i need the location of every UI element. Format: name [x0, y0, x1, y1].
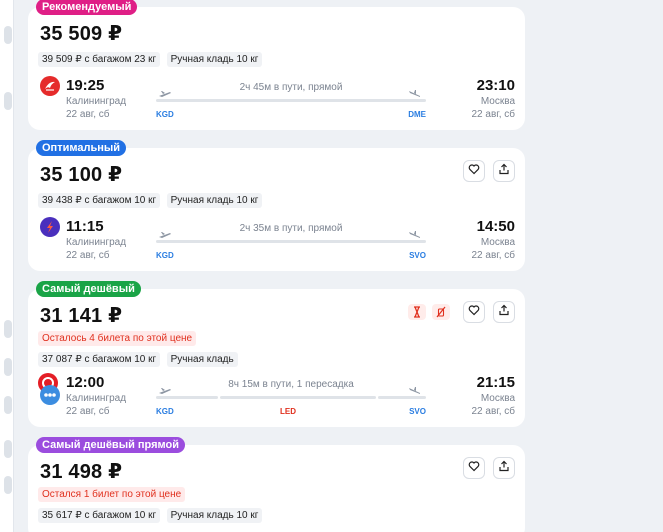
- sidebar-control[interactable]: [4, 26, 12, 44]
- baggage-price: 37 087 ₽ с багажом 10 кг: [38, 352, 161, 367]
- arrival-city: Москва: [480, 393, 515, 404]
- offer-card-cheapest-direct[interactable]: Самый дешёвый прямой 31 498 ₽ Остался 1 …: [28, 437, 525, 532]
- share-button[interactable]: [493, 457, 515, 479]
- heart-icon: [468, 162, 480, 180]
- departure-date: 22 авг, сб: [66, 250, 110, 261]
- arrival-date: 22 авг, сб: [471, 250, 516, 261]
- departure-airport-code: KGD: [156, 407, 174, 416]
- departure-date: 22 авг, сб: [66, 109, 110, 120]
- arrival-time: 14:50: [476, 218, 515, 235]
- badge-cheapest: Самый дешёвый: [36, 281, 141, 297]
- share-button[interactable]: [493, 160, 515, 182]
- arrival-airport-code: DME: [408, 110, 426, 119]
- sidebar-edge: [0, 0, 14, 532]
- flight-route: 2ч 35м в пути, прямой KGD SVO: [144, 223, 438, 263]
- no-baggage-icon: [432, 304, 450, 320]
- arrival-city: Москва: [480, 237, 515, 248]
- departure-city: Калининград: [66, 393, 127, 404]
- departure-airport-code: KGD: [156, 251, 174, 260]
- baggage-price: 39 438 ₽ с багажом 10 кг: [38, 193, 161, 208]
- route-line: [156, 99, 426, 102]
- sidebar-control[interactable]: [4, 320, 12, 338]
- hand-luggage: Ручная кладь 10 кг: [166, 193, 263, 208]
- arrival-city: Москва: [480, 96, 515, 107]
- red-winged-airline-logo: [40, 76, 60, 96]
- plane-landing-icon: [408, 86, 422, 97]
- arrival-airport-code: SVO: [409, 407, 426, 416]
- offer-card-optimal[interactable]: Оптимальный 35 100 ₽ 39 438 ₽ с багажом …: [28, 140, 525, 271]
- sidebar-control[interactable]: [4, 440, 12, 458]
- heart-icon: [468, 303, 480, 321]
- badge-recommended: Рекомендуемый: [36, 0, 138, 15]
- departure-time: 19:25: [66, 77, 105, 94]
- favorite-button[interactable]: [463, 160, 485, 182]
- arrival-airport-code: SVO: [409, 251, 426, 260]
- offer-price: 31 141 ₽: [40, 305, 123, 327]
- arrival-date: 22 авг, сб: [471, 406, 516, 417]
- offer-price: 35 509 ₽: [40, 23, 123, 45]
- arrival-time: 21:15: [476, 374, 515, 391]
- flight-route: 8ч 15м в пути, 1 пересадка KGD LED SVO: [144, 379, 438, 419]
- departure-airport-code: KGD: [156, 110, 174, 119]
- sidebar-control[interactable]: [4, 358, 12, 376]
- hourglass-icon: [408, 304, 426, 320]
- departure-time: 11:15: [66, 218, 104, 235]
- offer-card-recommended[interactable]: Рекомендуемый 35 509 ₽ 39 509 ₽ с багажо…: [28, 0, 525, 130]
- sidebar-control[interactable]: [4, 396, 12, 414]
- plane-takeoff-icon: [158, 383, 172, 394]
- favorite-button[interactable]: [463, 457, 485, 479]
- hand-luggage: Ручная кладь: [166, 352, 238, 367]
- departure-date: 22 авг, сб: [66, 406, 110, 417]
- departure-city: Калининград: [66, 237, 127, 248]
- plane-landing-icon: [408, 383, 422, 394]
- tickets-left-warning: Осталось 4 билета по этой цене: [38, 331, 197, 346]
- offer-card-cheapest[interactable]: Самый дешёвый 31 141 ₽ Осталось 4 билета…: [28, 281, 525, 427]
- share-icon: [498, 459, 510, 477]
- share-button[interactable]: [493, 301, 515, 323]
- blue-airline-logo: [40, 385, 60, 405]
- share-icon: [498, 162, 510, 180]
- share-icon: [498, 303, 510, 321]
- plane-takeoff-icon: [158, 86, 172, 97]
- route-line: [156, 240, 426, 243]
- tickets-left-warning: Остался 1 билет по этой цене: [38, 487, 186, 502]
- offer-price: 35 100 ₽: [40, 164, 123, 186]
- badge-cheapest-direct: Самый дешёвый прямой: [36, 437, 186, 453]
- purple-swoosh-airline-logo: [40, 217, 60, 237]
- favorite-button[interactable]: [463, 301, 485, 323]
- route-line: [156, 396, 426, 399]
- badge-optimal: Оптимальный: [36, 140, 127, 156]
- flight-duration: 2ч 45м в пути, прямой: [239, 82, 343, 93]
- hand-luggage: Ручная кладь 10 кг: [166, 508, 263, 523]
- arrival-date: 22 авг, сб: [471, 109, 516, 120]
- flight-duration: 8ч 15м в пути, 1 пересадка: [228, 379, 354, 390]
- plane-takeoff-icon: [158, 227, 172, 238]
- flight-route: 2ч 45м в пути, прямой KGD DME: [144, 82, 438, 122]
- transfer-airport-code: LED: [280, 407, 296, 416]
- hand-luggage: Ручная кладь 10 кг: [166, 52, 263, 67]
- arrival-time: 23:10: [476, 77, 515, 94]
- sidebar-control[interactable]: [4, 476, 12, 494]
- departure-city: Калининград: [66, 96, 127, 107]
- offer-price: 31 498 ₽: [40, 461, 123, 483]
- baggage-price: 39 509 ₽ с багажом 23 кг: [38, 52, 161, 67]
- flight-duration: 2ч 35м в пути, прямой: [239, 223, 343, 234]
- sidebar-control[interactable]: [4, 92, 12, 110]
- plane-landing-icon: [408, 227, 422, 238]
- departure-time: 12:00: [66, 374, 105, 391]
- baggage-price: 35 617 ₽ с багажом 10 кг: [38, 508, 161, 523]
- heart-icon: [468, 459, 480, 477]
